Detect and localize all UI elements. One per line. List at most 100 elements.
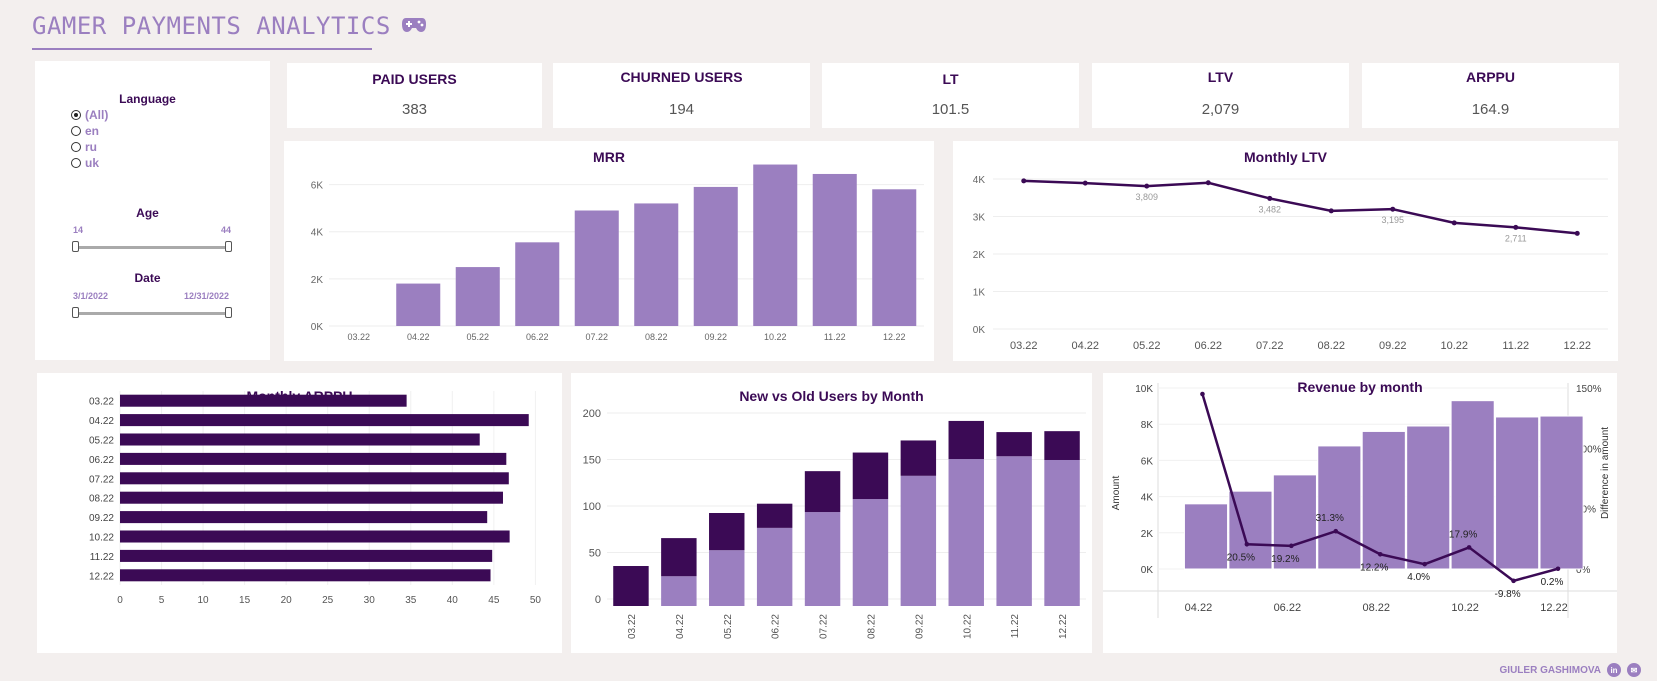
y-tick-label: 09.22 [89,513,114,524]
chart-title: New vs Old Users by Month [739,388,924,404]
x-tick-label: 04.22 [407,332,430,342]
x-tick-label: 25 [322,595,334,606]
bar-new-users [804,471,841,513]
x-tick-label: 45 [488,595,500,606]
bar [120,472,509,485]
data-point [1205,180,1211,186]
bar-old-users [756,527,793,606]
bar-new-users [709,513,745,551]
date-slider-track[interactable] [75,312,227,315]
kpi-card-lt: LT 101.5 [822,63,1079,128]
data-point [1390,206,1396,212]
data-label: 3,195 [1381,215,1404,225]
language-option-all[interactable]: (All) [71,108,108,122]
age-slider-max-handle[interactable] [225,241,232,252]
radio-icon [71,158,81,168]
bar [693,186,738,326]
revenue-by-month-chart: 0K2K4K6K8K10K0%50%100%150%Amount Differen… [1103,383,1617,618]
bar-new-users [756,503,793,528]
bar-old-users [996,456,1032,606]
language-option-en[interactable]: en [71,124,99,138]
x-tick-label: 09.22 [704,332,727,342]
y-tick-label: 0 [595,594,601,606]
data-point [1511,578,1516,584]
kpi-value: 194 [668,101,695,118]
x-tick-label: 11.22 [1010,614,1021,639]
data-label: 12.2% [1360,562,1388,573]
y-tick-label: 0K [973,325,986,336]
y-tick-label: 12.22 [89,571,114,582]
data-point [1466,545,1472,550]
mrr-chart: 0K 2K 4K 6K 03.22 04.22 05.22 06.22 07.22 08.22 09… [311,164,924,342]
bar [1183,503,1229,570]
users-chart-card: New vs Old Users by Month 0 50 100 150 200 03… [571,373,1092,653]
kpi-card-ltv: LTV 2,079 [1092,63,1349,128]
x-tick-label: 05.22 [1133,340,1161,352]
bar [455,267,500,326]
data-point [1144,183,1150,189]
email-icon[interactable]: ✉ [1627,663,1641,677]
kpi-title: LT [942,71,959,87]
x-tick-label: 08.22 [1362,602,1390,614]
x-tick-label: 08.22 [1317,340,1345,352]
radio-icon [71,126,81,136]
language-option-ru[interactable]: ru [71,140,97,154]
footer: GIULER GASHIMOVA in ✉ [1500,663,1641,677]
language-option-uk[interactable]: uk [71,156,99,170]
kpi-value: 164.9 [1471,101,1510,118]
kpi-value: 2,079 [1201,101,1240,118]
x-tick-label: 04.22 [1185,602,1213,614]
y-tick-label: 4K [973,175,986,186]
bar-old-users [900,475,937,606]
x-tick-label: 50 [530,595,542,606]
bar-new-users [1044,431,1080,460]
data-point [1377,551,1383,557]
data-point [1289,543,1294,549]
x-tick-label: 12.22 [883,332,906,342]
bar [1450,400,1495,570]
y-tick-label: 3K [973,213,986,224]
date-slider-max-handle[interactable] [225,307,232,318]
age-slider-min-handle[interactable] [72,241,79,252]
y-tick-label: 04.22 [89,416,114,427]
linkedin-icon[interactable]: in [1607,663,1621,677]
bar [634,203,679,326]
data-point [1267,195,1273,201]
x-tick-label: 09.22 [1379,340,1407,352]
data-label: 19.2% [1271,554,1299,565]
filters-panel: Language (All) en ru uk Age 14 44 Date 3… [35,61,270,360]
y-axis-label: Amount [1111,476,1122,511]
age-max-label: 44 [221,225,232,235]
x-tick-label: 07.22 [1256,340,1284,352]
data-point [1244,541,1250,547]
bar [1495,416,1540,570]
x-tick-label: 0 [117,595,123,606]
bar [515,242,560,326]
monthly-ltv-chart: 0K 1K 2K 3K 4K 03.22 04.22 05.22 06.22 07.22 08.22… [973,175,1608,352]
age-min-label: 14 [73,225,84,235]
age-slider-track[interactable] [75,246,227,249]
kpi-title: LTV [1207,69,1234,85]
x-tick-label: 12.22 [1058,614,1069,639]
bar-old-users [1044,459,1080,606]
x-tick-label: 11.22 [1502,340,1529,352]
bar [574,210,619,326]
x-tick-label: 11.22 [824,332,846,342]
y-tick-label: 0K [1141,565,1154,576]
bar-new-users [613,566,649,606]
y-tick-label: 2K [1141,529,1154,540]
y-tick-label: 11.22 [90,552,115,563]
data-label: 2,711 [1505,233,1527,243]
bar [753,164,798,326]
date-slider-min-handle[interactable] [72,307,79,318]
y-tick-label: 2K [311,275,324,286]
y-tick-label: 6K [311,181,324,192]
gamepad-icon [401,12,427,40]
y-tick-label: 8K [1141,420,1154,431]
x-tick-label: 35 [405,595,417,606]
x-tick-label: 40 [447,595,459,606]
kpi-card-arppu: ARPPU 164.9 [1362,63,1619,128]
chart-title: Revenue by month [1297,379,1423,395]
bar-new-users [852,452,889,500]
x-tick-label: 20 [281,595,293,606]
